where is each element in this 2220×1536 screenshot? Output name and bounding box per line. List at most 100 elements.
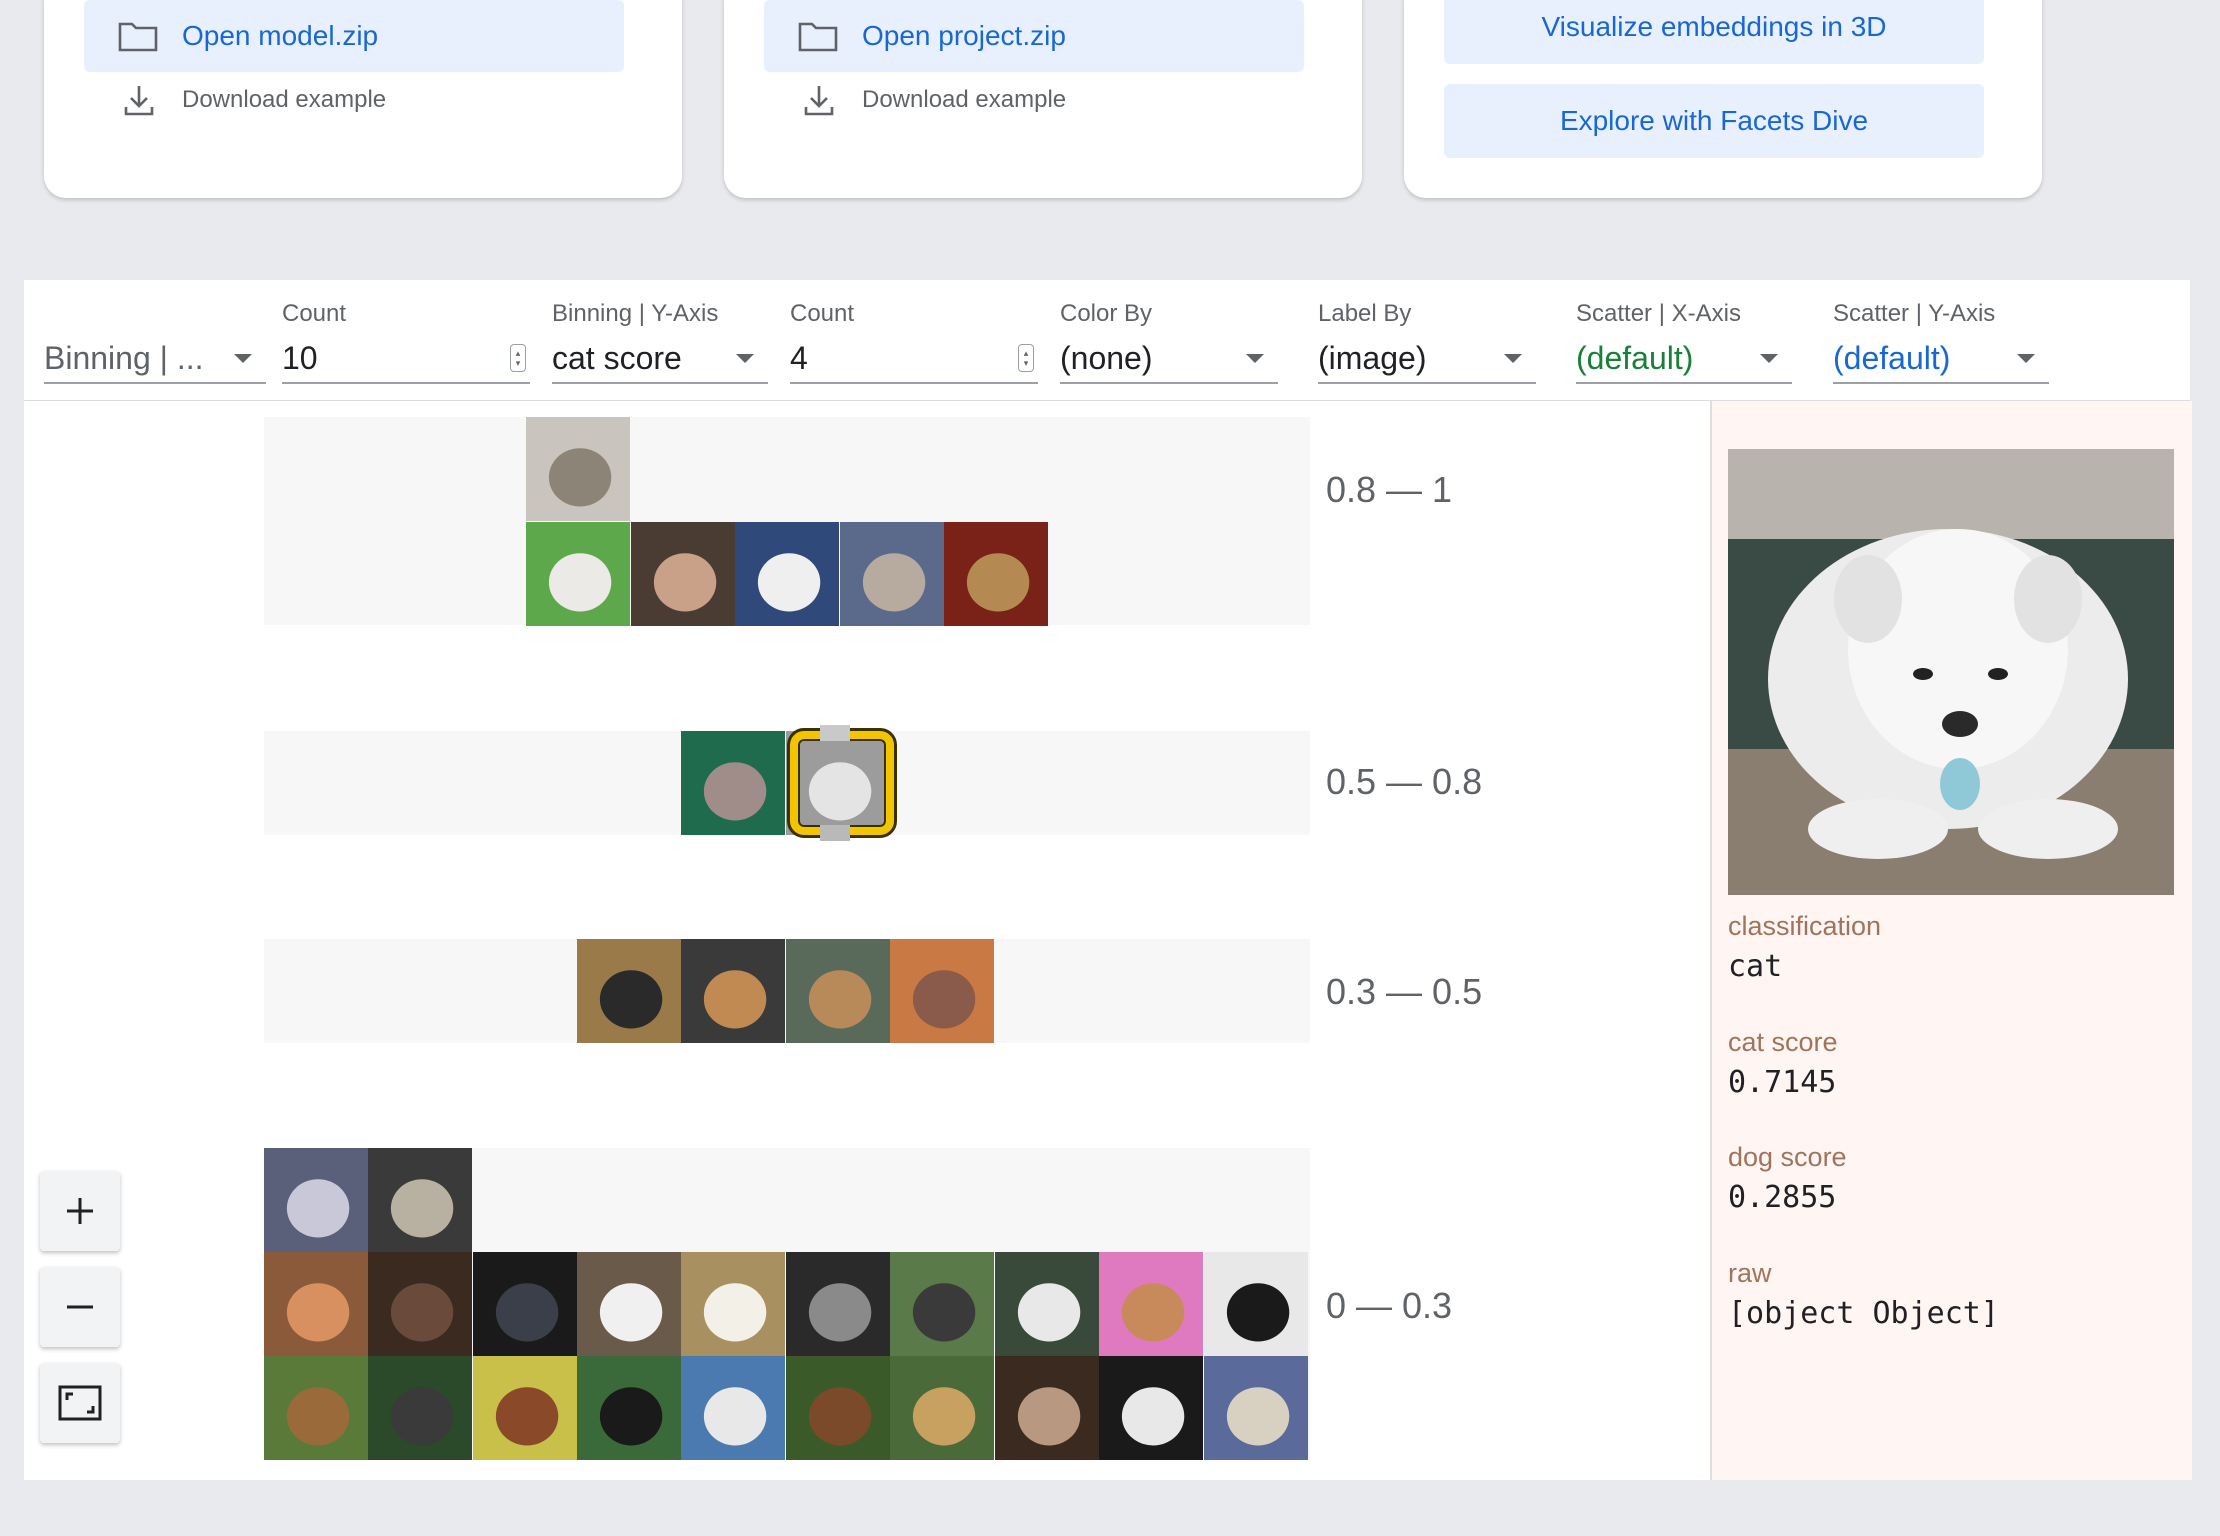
- dropdown-arrow-icon: [234, 353, 252, 363]
- field-key-cat-score: cat score: [1728, 1027, 1838, 1057]
- count-x-value: 10: [282, 339, 318, 376]
- spinner-icon[interactable]: ▴ ▾: [1018, 344, 1034, 372]
- zoom-out-button[interactable]: [40, 1267, 120, 1347]
- minus-icon: [67, 1305, 93, 1309]
- model-card: Open model.zip Download example: [44, 0, 682, 198]
- bin-label: 0 — 0.3: [1326, 1285, 1453, 1326]
- facets-dive-button[interactable]: Explore with Facets Dive: [1444, 84, 1984, 158]
- scatter-x-value: (default): [1576, 339, 1694, 376]
- thumbnail-image[interactable]: [631, 522, 735, 626]
- open-project-label: Open project.zip: [862, 20, 1066, 51]
- zoom-in-button[interactable]: [40, 1171, 120, 1251]
- thumbnail-image[interactable]: [473, 1252, 577, 1356]
- thumbnail-image[interactable]: [1204, 1356, 1308, 1460]
- thumbnail-image[interactable]: [681, 1252, 785, 1356]
- selection-gap: [820, 725, 850, 741]
- download-example-label: Download example: [862, 86, 1067, 113]
- binning-y-value: cat score: [552, 339, 682, 376]
- label-by-select[interactable]: Label By (image): [1318, 300, 1536, 390]
- controls-toolbar: Binning | ... Count 10 ▴ ▾ Binning | Y-Ax…: [24, 280, 2190, 401]
- count-y-label: Count: [790, 300, 855, 327]
- dropdown-arrow-icon: [2017, 353, 2035, 363]
- scatter-x-select[interactable]: Scatter | X-Axis (default): [1576, 300, 1792, 390]
- binning-x-select[interactable]: Binning | ...: [44, 300, 266, 390]
- thumbnail-image[interactable]: [995, 1356, 1099, 1460]
- field-value-classification: cat: [1728, 949, 1783, 984]
- thumbnail-image[interactable]: [577, 939, 681, 1043]
- thumbnail-image[interactable]: [890, 1252, 994, 1356]
- thumbnail-image[interactable]: [1204, 1252, 1308, 1356]
- field-value-raw: [object Object]: [1728, 1296, 1999, 1331]
- color-by-select[interactable]: Color By (none): [1060, 300, 1278, 390]
- thumbnail-image[interactable]: [264, 1148, 368, 1252]
- thumbnail-image[interactable]: [368, 1148, 472, 1252]
- thumbnail-image[interactable]: [786, 1252, 890, 1356]
- scatter-y-select[interactable]: Scatter | Y-Axis (default): [1833, 300, 2049, 390]
- thumbnail-image[interactable]: [368, 1356, 472, 1460]
- thumbnail-image[interactable]: [995, 1252, 1099, 1356]
- dropdown-arrow-icon: [736, 353, 754, 363]
- open-model-label: Open model.zip: [182, 20, 379, 51]
- label-by-label: Label By: [1318, 300, 1412, 327]
- count-x-stepper[interactable]: Count 10 ▴ ▾: [282, 300, 530, 390]
- thumbnail-image[interactable]: [786, 939, 890, 1043]
- download-example-link[interactable]: Download example: [802, 74, 1066, 126]
- binning-x-value: Binning | ...: [44, 339, 204, 376]
- selection-gap: [820, 825, 850, 841]
- thumbnail-image[interactable]: [526, 417, 630, 521]
- thumbnail-image[interactable]: [681, 939, 785, 1043]
- scatter-y-label: Scatter | Y-Axis: [1833, 300, 1996, 327]
- thumbnail-image[interactable]: [264, 1356, 368, 1460]
- download-example-link[interactable]: Download example: [122, 74, 386, 126]
- bin-label: 0.3 — 0.5: [1326, 971, 1483, 1012]
- selected-item-highlight[interactable]: [787, 728, 897, 838]
- thumbnail-image[interactable]: [944, 522, 1048, 626]
- open-project-button[interactable]: Open project.zip: [764, 0, 1304, 72]
- binning-y-label: Binning | Y-Axis: [552, 300, 719, 327]
- field-value-dog-score: 0.2855: [1728, 1180, 1837, 1215]
- binning-y-select[interactable]: Binning | Y-Axis cat score: [552, 300, 768, 390]
- dropdown-arrow-icon: [1246, 353, 1264, 363]
- open-model-button[interactable]: Open model.zip: [84, 0, 624, 72]
- thumbnail-image[interactable]: [786, 1356, 890, 1460]
- thumbnail-image[interactable]: [264, 1252, 368, 1356]
- thumbnail-image[interactable]: [473, 1356, 577, 1460]
- explore-card: Visualize embeddings in 3D Explore with …: [1404, 0, 2042, 198]
- field-key-classification: classification: [1728, 911, 1882, 941]
- scatter-x-label: Scatter | X-Axis: [1576, 300, 1741, 327]
- facets-panel: Binning | ... Count 10 ▴ ▾ Binning | Y-Ax…: [24, 280, 2192, 1480]
- thumbnail-image[interactable]: [840, 522, 944, 626]
- thumbnail-image[interactable]: [890, 1356, 994, 1460]
- download-icon: [802, 83, 836, 117]
- thumbnail-image[interactable]: [368, 1252, 472, 1356]
- dropdown-arrow-icon: [1504, 353, 1522, 363]
- thumbnail-image[interactable]: [577, 1356, 681, 1460]
- field-key-raw: raw: [1728, 1258, 1772, 1288]
- visualize-embeddings-button[interactable]: Visualize embeddings in 3D: [1444, 0, 1984, 64]
- thumbnail-image[interactable]: [1099, 1356, 1203, 1460]
- details-panel: classification cat cat score 0.7145 dog …: [1710, 401, 2192, 1480]
- download-example-label: Download example: [182, 86, 387, 113]
- field-value-cat-score: 0.7145: [1728, 1065, 1837, 1100]
- facets-canvas[interactable]: 0.8 — 1 0.5 — 0.8 0.3 — 0.5 0 — 0.3: [24, 401, 1710, 1480]
- thumbnail-image[interactable]: [681, 731, 785, 835]
- thumbnail-image[interactable]: [681, 1356, 785, 1460]
- fit-screen-icon: [58, 1385, 102, 1421]
- folder-icon: [798, 20, 838, 52]
- count-x-label: Count: [282, 300, 347, 327]
- spinner-icon[interactable]: ▴ ▾: [510, 344, 526, 372]
- thumbnail-image[interactable]: [890, 939, 994, 1043]
- thumbnail-image[interactable]: [526, 522, 630, 626]
- color-by-label: Color By: [1060, 300, 1153, 327]
- plus-icon: [67, 1198, 93, 1224]
- thumbnail-image[interactable]: [1099, 1252, 1203, 1356]
- fit-screen-button[interactable]: [40, 1363, 120, 1443]
- count-y-stepper[interactable]: Count 4 ▴ ▾: [790, 300, 1038, 390]
- label-by-value: (image): [1318, 339, 1427, 376]
- count-y-value: 4: [790, 339, 808, 376]
- project-card: Open project.zip Download example: [724, 0, 1362, 198]
- color-by-value: (none): [1060, 339, 1153, 376]
- thumbnail-image[interactable]: [577, 1252, 681, 1356]
- thumbnail-image[interactable]: [735, 522, 839, 626]
- folder-icon: [118, 20, 158, 52]
